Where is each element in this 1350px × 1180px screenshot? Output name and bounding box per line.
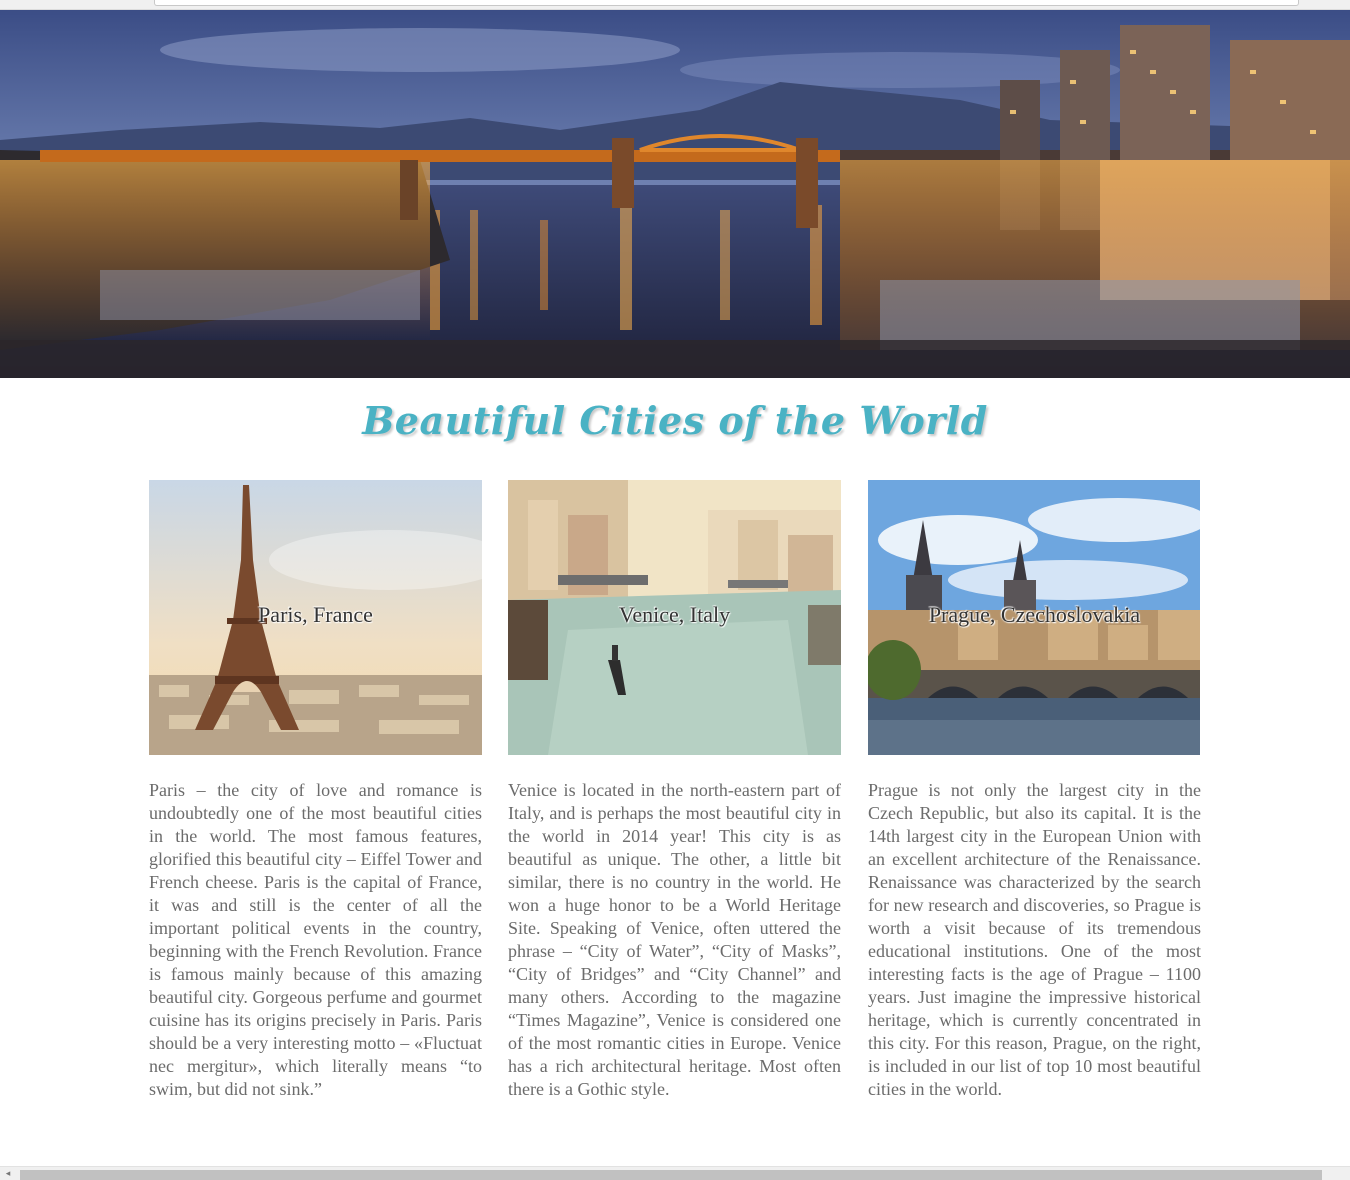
browser-top-strip bbox=[0, 0, 1350, 10]
prague-image: Prague, Czechoslovakia bbox=[868, 480, 1201, 755]
left-arrow-icon[interactable]: ◂ bbox=[2, 1169, 14, 1179]
city-card-venice: Venice, Italy Venice is located in the n… bbox=[508, 480, 841, 1101]
city-card-prague: Prague, Czechoslovakia Prague is not onl… bbox=[868, 480, 1201, 1101]
city-description: Venice is located in the north-eastern p… bbox=[508, 780, 841, 1099]
paris-image: Paris, France bbox=[149, 480, 482, 755]
city-caption: Venice, Italy bbox=[618, 602, 731, 627]
city-description: Paris – the city of love and romance is … bbox=[149, 780, 482, 1099]
venice-image: Venice, Italy bbox=[508, 480, 841, 755]
city-caption: Paris, France bbox=[258, 602, 373, 627]
address-bar[interactable] bbox=[154, 0, 1299, 6]
horizontal-scrollbar[interactable]: ◂ bbox=[0, 1166, 1350, 1180]
scrollbar-thumb[interactable] bbox=[20, 1170, 1322, 1180]
city-description: Prague is not only the largest city in t… bbox=[868, 780, 1201, 1099]
city-caption: Prague, Czechoslovakia bbox=[928, 602, 1141, 627]
hero-banner-image bbox=[0, 10, 1350, 378]
page-title: Beautiful Cities of the World bbox=[362, 398, 988, 443]
city-card-paris: Paris, France Paris – the city of love a… bbox=[149, 480, 482, 1101]
